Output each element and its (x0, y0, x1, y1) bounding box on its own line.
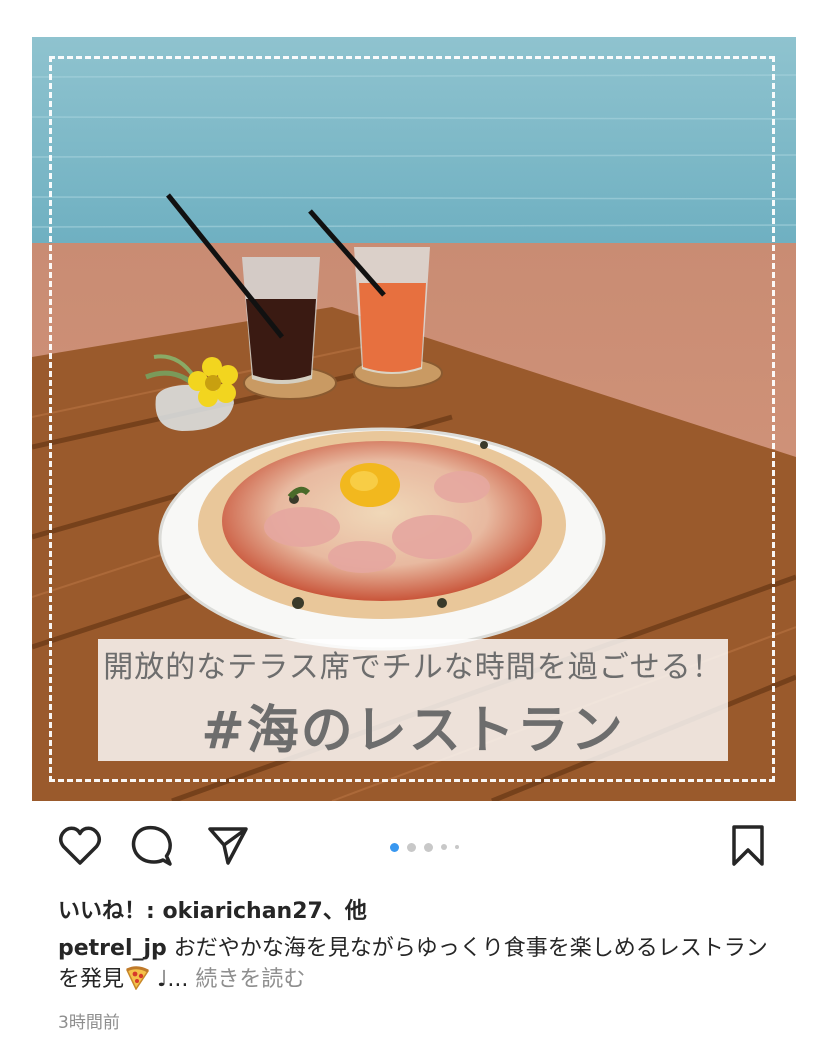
post-action-bar (0, 818, 828, 874)
pizza-icon (124, 966, 150, 999)
bookmark-icon[interactable] (726, 824, 770, 868)
image-caption-title: #海のレストラン (201, 700, 625, 761)
paper-plane-icon[interactable] (206, 824, 250, 868)
sea (32, 37, 796, 243)
post-image[interactable]: 開放的なテラス席でチルな時間を過ごせる！ #海のレストラン (32, 37, 796, 801)
carousel-dot[interactable] (424, 842, 433, 852)
image-caption-box: 開放的なテラス席でチルな時間を過ごせる！ #海のレストラン (98, 639, 728, 761)
likes-line[interactable]: いいね！: okiarichan27、他 (58, 893, 367, 925)
comment-bubble-icon[interactable] (130, 824, 174, 868)
carousel-dot[interactable] (441, 844, 447, 850)
carousel-dot[interactable] (455, 845, 459, 849)
carousel-dot[interactable] (390, 842, 399, 852)
read-more-link[interactable]: 続きを読む (195, 967, 305, 992)
caption-username[interactable]: petrel_jp (58, 936, 167, 961)
image-caption-subtitle: 開放的なテラス席でチルな時間を過ごせる！ (103, 649, 723, 685)
post-timestamp: 3時間前 (58, 1013, 120, 1033)
caption-note: ♩... (150, 967, 196, 992)
likes-suffix: 、他 (322, 899, 367, 924)
liker-username[interactable]: okiarichan27 (162, 899, 322, 924)
heart-icon[interactable] (58, 824, 102, 868)
post-caption: petrel_jp おだやかな海を見ながらゆっくり食事を楽しめるレストランを発見… (58, 933, 778, 999)
carousel-dot[interactable] (407, 842, 416, 852)
pizza (198, 431, 566, 619)
carousel-indicator (390, 842, 459, 852)
likes-prefix: いいね！: (58, 899, 163, 924)
